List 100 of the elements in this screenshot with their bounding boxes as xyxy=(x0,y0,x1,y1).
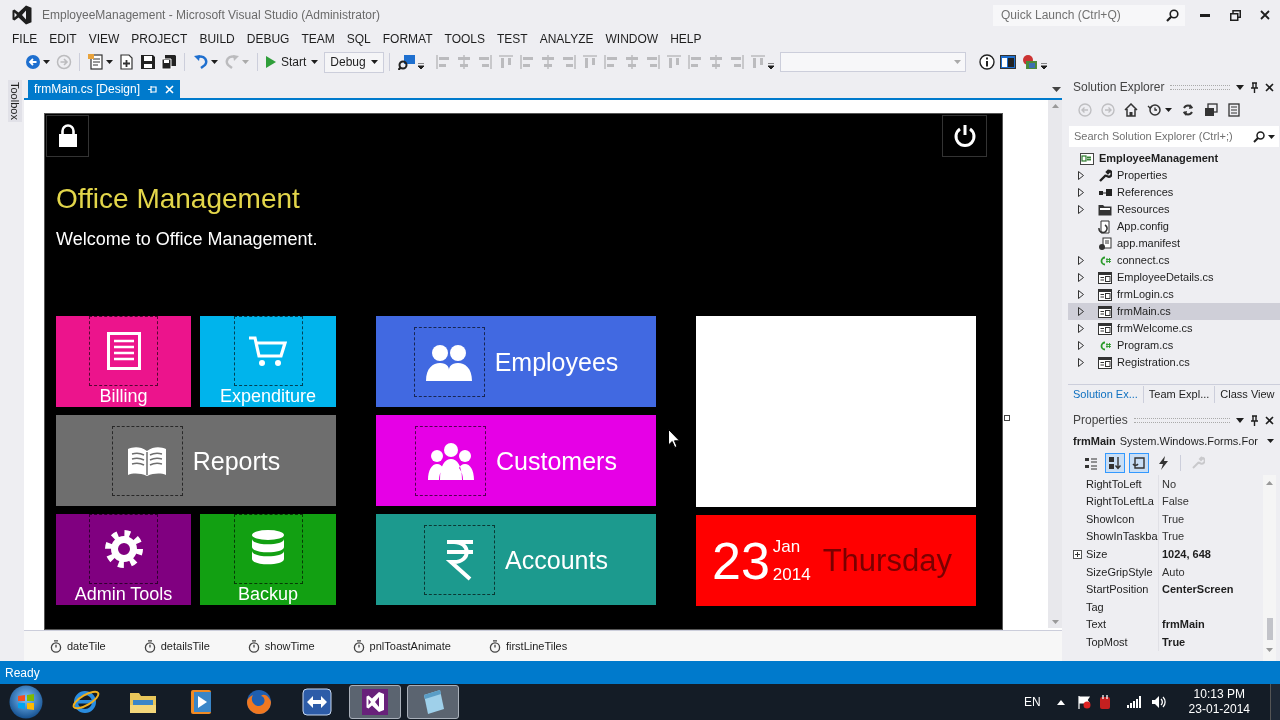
configuration-dropdown[interactable]: Debug xyxy=(324,51,385,73)
tree-item[interactable]: Properties xyxy=(1068,167,1280,184)
tree-item[interactable]: EmployeeDetails.cs xyxy=(1068,269,1280,286)
panel-tab[interactable]: Team Expl... xyxy=(1143,385,1216,403)
taskbar-button[interactable] xyxy=(349,685,401,719)
menu-tile[interactable]: Customers xyxy=(376,415,656,506)
tree-item[interactable]: frmLogin.cs xyxy=(1068,286,1280,303)
collapsed-arrow-icon[interactable] xyxy=(1078,188,1084,197)
overflow-icon[interactable] xyxy=(768,63,775,69)
scroll-thumb[interactable] xyxy=(1266,618,1273,640)
menu-item[interactable]: HELP xyxy=(664,30,708,48)
tree-item[interactable]: frmMain.cs xyxy=(1068,303,1280,320)
component-item[interactable]: showTime xyxy=(247,637,315,655)
close-icon[interactable] xyxy=(1265,82,1274,92)
tree-item[interactable]: frmWelcome.cs xyxy=(1068,320,1280,337)
collapsed-arrow-icon[interactable] xyxy=(1078,290,1084,299)
menu-tile[interactable]: Reports xyxy=(56,415,336,506)
tree-item[interactable]: Registration.cs xyxy=(1068,354,1280,371)
caret-icon[interactable] xyxy=(211,60,218,64)
menu-item[interactable]: WINDOW xyxy=(599,30,665,48)
tree-item[interactable]: app.manifest xyxy=(1068,235,1280,252)
save-all-icon[interactable] xyxy=(160,54,177,70)
caret-icon[interactable] xyxy=(1267,439,1274,443)
menu-item[interactable]: DEBUG xyxy=(240,30,296,48)
language-indicator[interactable]: EN xyxy=(1023,693,1041,711)
caret-icon[interactable] xyxy=(371,60,379,64)
menu-tile[interactable]: Billing xyxy=(56,316,191,407)
sync-icon[interactable] xyxy=(1181,103,1195,117)
tree-item[interactable]: Resources xyxy=(1068,201,1280,218)
menu-item[interactable]: EDIT xyxy=(43,30,83,48)
back-icon[interactable] xyxy=(24,54,41,70)
collapsed-arrow-icon[interactable] xyxy=(1078,171,1084,180)
collapse-all-icon[interactable] xyxy=(1204,103,1218,117)
properties-page-icon[interactable] xyxy=(1227,103,1241,117)
power-plug-icon[interactable] xyxy=(1098,694,1111,710)
menu-item[interactable]: SQL xyxy=(340,30,377,48)
dropdown-icon[interactable] xyxy=(1236,84,1244,90)
vertical-scrollbar[interactable] xyxy=(1263,475,1276,661)
caret-icon[interactable] xyxy=(106,60,113,64)
toolbox-tab[interactable]: Toolbox xyxy=(8,80,22,122)
menu-item[interactable]: VIEW xyxy=(82,30,126,48)
overflow-icon[interactable] xyxy=(418,63,425,69)
caret-icon[interactable] xyxy=(311,60,319,64)
home-icon[interactable] xyxy=(1124,103,1138,117)
collapsed-arrow-icon[interactable] xyxy=(1078,256,1084,265)
clock-date[interactable]: 23-01-2014 xyxy=(1188,702,1250,717)
tree-item[interactable]: App.config xyxy=(1068,218,1280,235)
power-button[interactable] xyxy=(942,115,987,157)
collapsed-arrow-icon[interactable] xyxy=(1078,273,1084,282)
combo-field[interactable] xyxy=(780,52,967,72)
scroll-up-icon[interactable] xyxy=(1266,481,1273,485)
menu-item[interactable]: FILE xyxy=(6,30,44,48)
tree-item[interactable]: Program.cs xyxy=(1068,337,1280,354)
component-item[interactable]: detailsTile xyxy=(143,637,210,655)
collapsed-arrow-icon[interactable] xyxy=(1078,358,1084,367)
menu-tile[interactable]: Employees xyxy=(376,316,656,407)
clock-time[interactable]: 10:13 PM xyxy=(1193,687,1245,702)
new-project-icon[interactable] xyxy=(87,54,104,70)
toolbar-button[interactable] xyxy=(1129,453,1149,473)
menu-item[interactable]: BUILD xyxy=(193,30,241,48)
component-item[interactable]: firstLineTiles xyxy=(488,637,568,655)
search-field[interactable]: Search Solution Explorer (Ctrl+;) xyxy=(1069,126,1279,147)
collapsed-arrow-icon[interactable] xyxy=(1078,307,1084,316)
pin-icon[interactable] xyxy=(1250,414,1259,426)
menu-item[interactable]: TEST xyxy=(491,30,534,48)
magnifier-icon[interactable] xyxy=(397,54,416,70)
collapsed-arrow-icon[interactable] xyxy=(1078,341,1084,350)
shapes-icon[interactable] xyxy=(1020,54,1039,70)
lock-button[interactable] xyxy=(46,115,89,157)
caret-icon[interactable] xyxy=(43,60,50,64)
menu-item[interactable]: TOOLS xyxy=(438,30,491,48)
history-icon[interactable] xyxy=(1147,103,1161,117)
panel-tab[interactable]: Solution Ex... xyxy=(1068,385,1144,403)
window-layout-icon[interactable] xyxy=(999,54,1016,70)
close-icon[interactable] xyxy=(1265,415,1274,425)
show-hidden-icon[interactable] xyxy=(1056,699,1065,705)
tree-item[interactable]: connect.cs xyxy=(1068,252,1280,269)
info-icon[interactable] xyxy=(978,54,995,70)
pin-icon[interactable] xyxy=(1250,81,1259,93)
add-file-icon[interactable] xyxy=(118,54,135,70)
menu-item[interactable]: FORMAT xyxy=(376,30,439,48)
expand-icon[interactable] xyxy=(1072,549,1082,559)
component-item[interactable]: dateTile xyxy=(50,637,106,655)
volume-icon[interactable] xyxy=(1151,695,1167,709)
start-button[interactable]: Start xyxy=(263,51,322,73)
tree-item[interactable]: EmployeeManagement xyxy=(1068,150,1280,167)
start-button[interactable] xyxy=(9,685,43,719)
scroll-down-icon[interactable] xyxy=(1266,648,1273,652)
toolbar-button[interactable] xyxy=(1105,453,1125,473)
quick-launch-field[interactable]: Quick Launch (Ctrl+Q) xyxy=(993,4,1185,26)
save-icon[interactable] xyxy=(139,54,156,70)
menu-item[interactable]: PROJECT xyxy=(125,30,194,48)
undo-icon[interactable] xyxy=(192,54,209,70)
tab-list-icon[interactable] xyxy=(1052,87,1061,92)
menu-tile[interactable]: Admin Tools xyxy=(56,514,191,605)
dropdown-icon[interactable] xyxy=(1236,417,1244,423)
component-item[interactable]: pnlToastAnimate xyxy=(352,637,451,655)
menu-item[interactable]: TEAM xyxy=(295,30,341,48)
collapsed-arrow-icon[interactable] xyxy=(1078,205,1084,214)
panel-tab[interactable]: Class View xyxy=(1215,385,1280,403)
